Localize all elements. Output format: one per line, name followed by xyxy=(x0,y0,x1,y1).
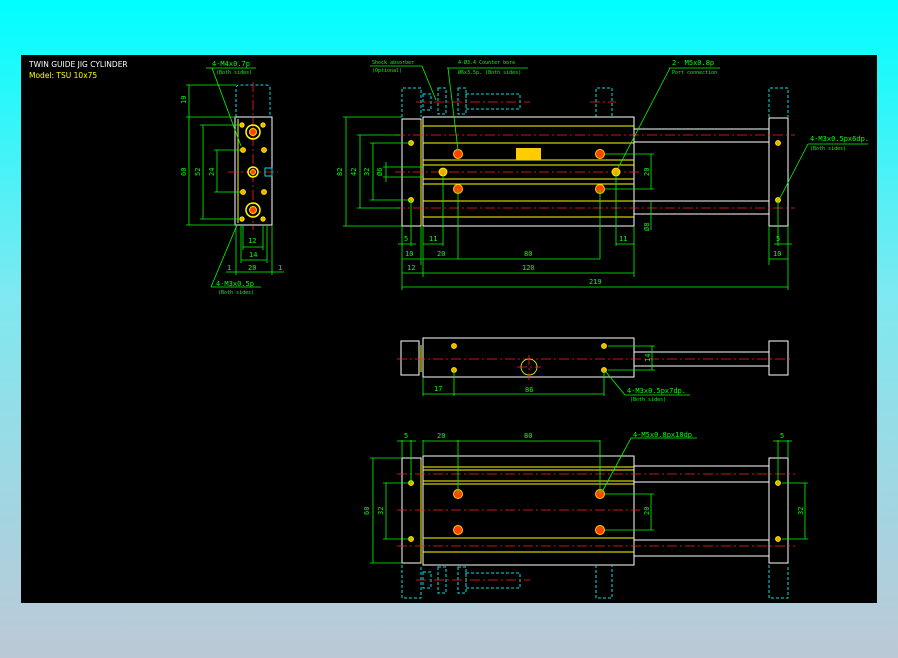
dimension-label: 17 xyxy=(434,385,442,393)
cad-drawing: TWIN GUIDE JIG CYLINDER Model: TSU 10x75… xyxy=(21,55,877,603)
dimension-label: 5 xyxy=(776,235,780,243)
dimension-label: 10 xyxy=(405,250,413,258)
dimension-label: (Optional) xyxy=(372,68,402,74)
dimension-label: 5 xyxy=(780,432,784,440)
dimension-label: (Both sides) xyxy=(216,70,252,76)
dimension-label: 219 xyxy=(589,278,602,286)
dimension-label: 11 xyxy=(619,235,627,243)
dimension-label: 60 xyxy=(180,168,188,176)
dimension-label: 32 xyxy=(363,168,371,176)
dimension-label: Ø6 xyxy=(376,168,384,176)
dimension-label: Ø6x3.5p. (Both sides) xyxy=(458,69,521,76)
nameplate-logo xyxy=(516,148,541,160)
dimension-label: 5 xyxy=(404,432,408,440)
dimension-label: (Both sides) xyxy=(218,290,254,296)
dimension-label: Port connection xyxy=(672,70,717,76)
dimension-label: 42 xyxy=(350,168,358,176)
dimension-label: 20 xyxy=(437,250,445,258)
dimension-label: 32 xyxy=(377,507,385,515)
dimension-label: (Both sides) xyxy=(810,146,846,152)
dimension-label: 80 xyxy=(524,250,532,258)
dimension-label: 20 xyxy=(437,432,445,440)
dimension-label: 80 xyxy=(524,432,532,440)
dimension-label: 1 xyxy=(227,264,231,272)
dimension-label: 24 xyxy=(208,168,216,176)
middle-callout: 4-M3x0.5px7dp. xyxy=(627,387,686,395)
dimension-label: 52 xyxy=(194,168,202,176)
callout-top: 4-M4x0.7p xyxy=(212,60,250,68)
dimension-label: 86 xyxy=(525,386,533,394)
dimension-label: 60 xyxy=(363,507,371,515)
dimension-label: 20 xyxy=(643,168,651,176)
dimension-label: 20 xyxy=(643,507,651,515)
shock-absorber-label: Shock absorber xyxy=(372,60,414,66)
drawing-canvas xyxy=(21,55,877,603)
end-plate-tap-label: 4-M3x0.5px6dp. xyxy=(810,135,869,143)
dimension-label: 12 xyxy=(407,264,415,272)
dimension-label: 12 xyxy=(248,237,256,245)
port-connection-label: 2- M5x0.8p xyxy=(672,59,714,67)
dimension-label: 82 xyxy=(336,168,344,176)
counter-bore-label: 4-Ø3.4 Counter bore xyxy=(458,59,515,66)
dimension-label: (Both sides) xyxy=(630,397,666,403)
dimension-label: 11 xyxy=(429,235,437,243)
bottom-callout: 4-M5x0.8px10dp xyxy=(633,431,692,439)
dimension-label: 19 xyxy=(180,96,188,104)
drawing-title: TWIN GUIDE JIG CYLINDER xyxy=(28,60,128,69)
dimension-label: 14 xyxy=(644,354,652,362)
dimension-label: 10 xyxy=(773,250,781,258)
model-label: Model: TSU 10x75 xyxy=(29,71,97,80)
dimension-label: 14 xyxy=(249,251,257,259)
dimension-label: 5 xyxy=(404,235,408,243)
callout-bottom: 4-M3x0.5p xyxy=(216,280,254,288)
dimension-label: 1 xyxy=(278,264,282,272)
dimension-label: 120 xyxy=(522,264,535,272)
dimension-label: Ø8 xyxy=(643,223,651,231)
dimension-label: 32 xyxy=(797,507,805,515)
dimension-label: 20 xyxy=(248,264,256,272)
